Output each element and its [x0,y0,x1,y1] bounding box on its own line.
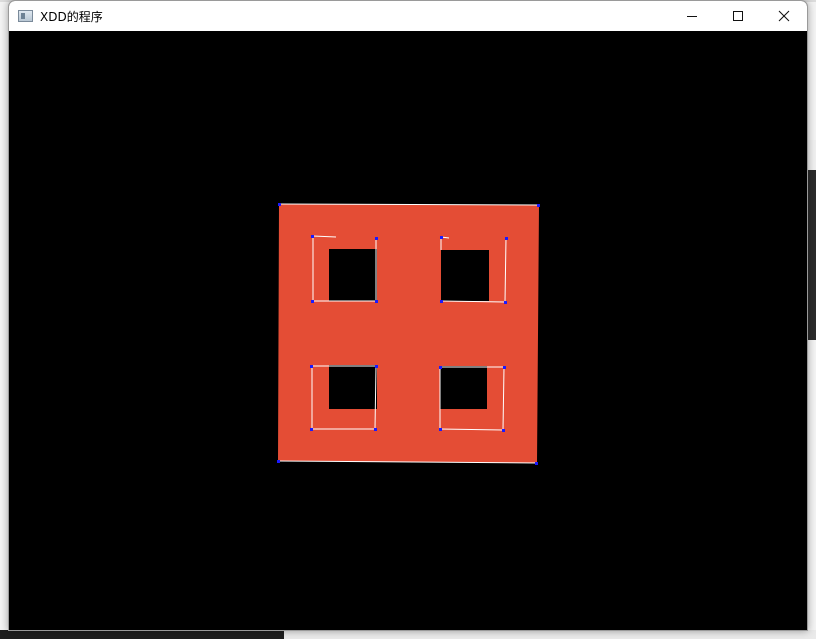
close-button[interactable] [761,1,807,31]
app-window: XDD的程序 [8,0,808,631]
background-window-edge [808,140,816,340]
maximize-icon [733,11,743,21]
minimize-button[interactable] [669,1,715,31]
taskbar-edge [0,630,284,639]
minimize-icon [687,16,697,17]
rendered-scene [277,203,540,465]
close-icon [778,10,790,22]
app-window-icon[interactable] [18,10,33,22]
maximize-button[interactable] [715,1,761,31]
red-window-shape [278,204,539,463]
background-window-edge-light [808,140,816,170]
title-bar[interactable]: XDD的程序 [9,1,807,31]
window-title: XDD的程序 [40,9,103,24]
window-controls [669,1,807,31]
render-canvas[interactable] [9,31,807,630]
